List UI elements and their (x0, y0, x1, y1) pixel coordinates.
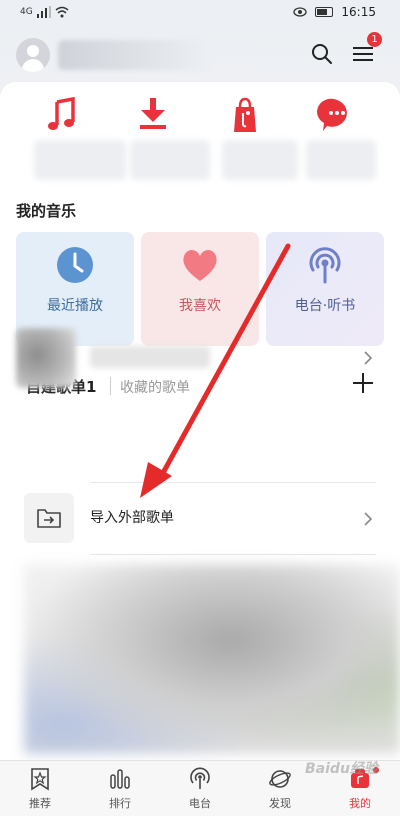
music-note-icon[interactable] (33, 96, 93, 136)
tab-charts-label: 排行 (109, 797, 131, 810)
header: 1 (0, 30, 400, 82)
chevron-right-icon (364, 351, 373, 365)
folder-import-icon (37, 509, 61, 528)
quick-label-blurred (130, 140, 210, 180)
import-playlist-label: 导入外部歌单 (90, 510, 174, 526)
tab-recommend[interactable]: 推荐 (10, 767, 70, 815)
shopping-bag-icon[interactable] (215, 96, 275, 136)
star-bookmark-icon (31, 768, 49, 791)
tab-radio-label: 电台 (189, 797, 211, 810)
menu-badge: 1 (367, 32, 382, 47)
status-bar: 4G 16:15 (0, 0, 400, 26)
avatar[interactable] (16, 38, 50, 72)
tab-discover-label: 发现 (269, 797, 291, 810)
tab-recommend-label: 推荐 (29, 797, 51, 810)
chevron-right-icon (364, 512, 373, 526)
my-music-title: 我的音乐 (16, 202, 77, 220)
status-right: 16:15 (293, 5, 376, 19)
quick-label-blurred (306, 140, 376, 180)
battery-icon (315, 7, 334, 17)
playlist-cover-blurred (16, 328, 76, 388)
quick-label-blurred (222, 140, 298, 180)
signal-icon (36, 6, 51, 18)
recommendations-blurred (24, 564, 400, 754)
radio-icon (309, 247, 341, 284)
watermark: Baidu经验 (305, 761, 378, 777)
eye-icon (293, 7, 308, 17)
import-icon-box (24, 493, 74, 543)
tab-radio[interactable]: 电台 (170, 767, 230, 815)
radio-tower-icon (190, 767, 210, 789)
divider (90, 554, 376, 555)
search-icon[interactable] (310, 42, 334, 66)
planet-icon (269, 770, 291, 788)
recent-play-label: 最近播放 (47, 298, 103, 314)
tab-mine-label: 我的 (349, 797, 371, 810)
heart-icon (183, 250, 217, 281)
favorites-label: 我喜欢 (179, 298, 221, 314)
quick-label-blurred (34, 140, 126, 180)
network-type: 4G (20, 7, 33, 17)
download-icon[interactable] (123, 96, 183, 136)
status-time: 16:15 (341, 5, 376, 19)
wifi-icon (55, 6, 69, 18)
import-external-playlist[interactable]: 导入外部歌单 (0, 485, 400, 553)
divider (90, 482, 376, 483)
message-icon[interactable] (307, 96, 367, 136)
tab-charts[interactable]: 排行 (90, 767, 150, 815)
playlist-item[interactable] (0, 324, 400, 392)
radio-audiobook-label: 电台·听书 (294, 298, 356, 314)
playlist-name-blurred (90, 346, 210, 368)
bars-icon (110, 769, 130, 789)
screen: 4G 16:15 1 我的音乐 最近播放 我喜欢 电台·听书 收藏的歌单 导入外… (0, 0, 400, 816)
tab-discover[interactable]: 发现 (250, 767, 310, 815)
clock-icon (57, 247, 93, 283)
username-blurred[interactable] (58, 40, 208, 70)
quick-actions (0, 96, 400, 180)
status-left: 4G (20, 6, 69, 18)
